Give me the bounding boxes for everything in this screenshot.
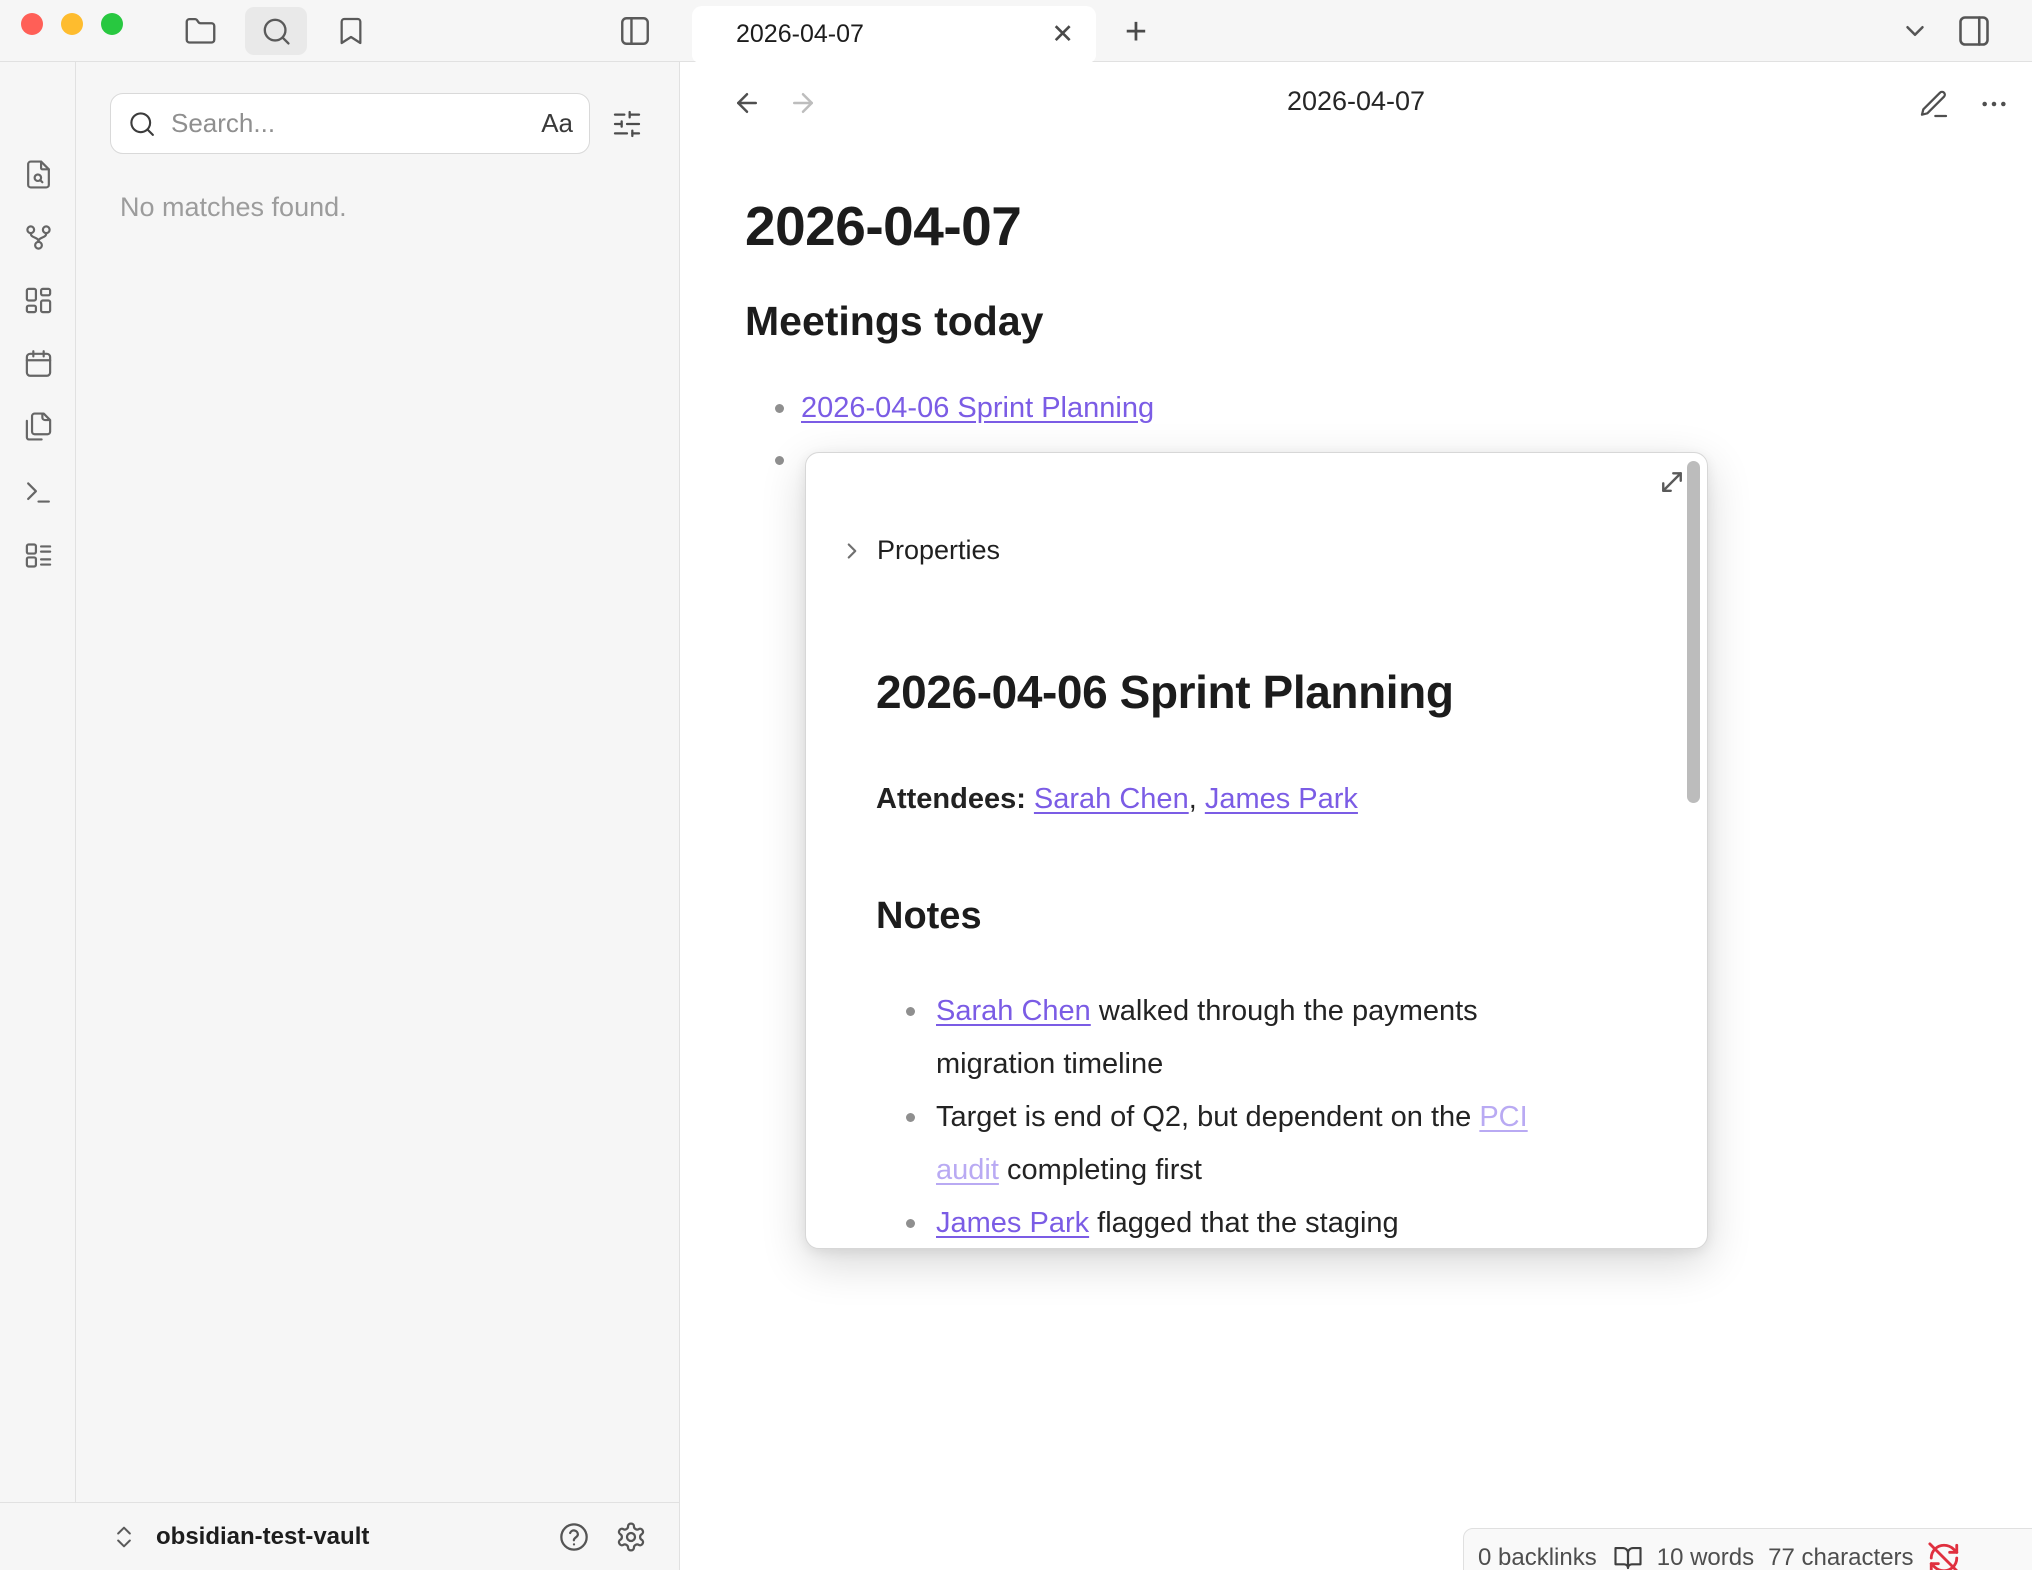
character-count: 77 characters [1768, 1544, 1913, 1570]
popup-expand-button[interactable] [1657, 467, 1687, 497]
panel-left-icon [618, 14, 652, 48]
reading-mode-button[interactable] [1613, 1543, 1643, 1570]
checklist-icon [23, 540, 54, 571]
view-header: 2026-04-07 [680, 62, 2032, 142]
chevron-right-icon [839, 538, 865, 564]
popup-notes-list: Sarah Chen walked through the payments m… [936, 985, 1576, 1249]
tab-title: 2026-04-07 [736, 20, 864, 49]
chevrons-up-down-icon [110, 1523, 138, 1551]
vault-switcher[interactable] [110, 1523, 138, 1551]
search-settings-button[interactable] [609, 106, 645, 142]
daily-note-button[interactable] [21, 346, 55, 380]
search-icon [127, 109, 157, 139]
properties-collapse-row[interactable]: Properties [839, 535, 1000, 566]
search-empty-state: No matches found. [120, 192, 347, 223]
search-in-file-button[interactable] [21, 157, 55, 191]
note-heading-1: 2026-04-07 [745, 194, 1021, 258]
book-open-icon [1613, 1543, 1643, 1570]
note-title-breadcrumb: 2026-04-07 [680, 86, 2032, 117]
settings-button[interactable] [615, 1521, 647, 1553]
search-box[interactable]: Aa [110, 93, 590, 154]
expand-right-sidebar-button[interactable] [1956, 13, 1992, 49]
search-icon [260, 15, 293, 48]
internal-link-james-park[interactable]: James Park [936, 1207, 1089, 1239]
hover-preview-popup: Properties 2026-04-06 Sprint Planning At… [805, 452, 1708, 1249]
terminal-button[interactable] [21, 475, 55, 509]
backlinks-count[interactable]: 0 backlinks [1478, 1544, 1597, 1570]
attendees-label: Attendees: [876, 783, 1026, 815]
list-item: Target is end of Q2, but dependent on th… [936, 1091, 1576, 1197]
chevron-down-icon [1900, 16, 1930, 46]
left-sidebar-search-pane: Aa No matches found. [76, 62, 680, 1502]
folder-icon [184, 15, 217, 48]
left-ribbon [0, 62, 76, 1502]
popup-note-title: 2026-04-06 Sprint Planning [876, 665, 1454, 719]
bullet-dot [775, 456, 784, 465]
bookmarks-tab-button[interactable] [320, 7, 382, 55]
vault-name[interactable]: obsidian-test-vault [156, 1523, 369, 1551]
list-item: 2026-04-06 Sprint Planning [775, 392, 1154, 425]
sync-disabled-icon[interactable] [1927, 1541, 1961, 1570]
sliders-icon [611, 108, 643, 140]
help-circle-icon [558, 1521, 590, 1553]
vault-switcher-row: obsidian-test-vault [0, 1502, 680, 1570]
word-count: 10 words [1657, 1544, 1754, 1570]
search-input[interactable] [171, 108, 531, 139]
note-heading-2: Meetings today [745, 298, 1043, 345]
canvas-icon [23, 285, 54, 316]
properties-label: Properties [877, 535, 1000, 566]
insert-template-button[interactable] [21, 409, 55, 443]
files-tab-button[interactable] [169, 7, 231, 55]
search-tab-button[interactable] [245, 7, 307, 55]
internal-link-sarah-chen[interactable]: Sarah Chen [1034, 783, 1189, 815]
more-options-button[interactable] [1978, 88, 2010, 120]
obsidian-window: 2026-04-07 ✕ + [0, 0, 2032, 1570]
list-item: Sarah Chen walked through the payments m… [936, 985, 1576, 1091]
popup-notes-heading: Notes [876, 895, 982, 938]
copy-files-icon [23, 411, 54, 442]
attendees-line: Attendees: Sarah Chen, James Park [876, 783, 1358, 816]
checklist-button[interactable] [21, 538, 55, 572]
internal-link-james-park[interactable]: James Park [1205, 783, 1358, 815]
help-button[interactable] [558, 1521, 590, 1553]
toggle-edit-mode-button[interactable] [1918, 88, 1950, 120]
tab-2026-04-07[interactable]: 2026-04-07 ✕ [692, 6, 1096, 63]
close-window-button[interactable] [21, 13, 43, 35]
canvas-button[interactable] [21, 283, 55, 317]
terminal-icon [23, 477, 54, 508]
graph-icon [23, 222, 54, 253]
tab-list-dropdown-button[interactable] [1900, 16, 1930, 46]
new-tab-button[interactable]: + [1108, 6, 1164, 58]
titlebar: 2026-04-07 ✕ + [0, 0, 2032, 62]
match-case-toggle[interactable]: Aa [541, 108, 573, 139]
zoom-window-button[interactable] [101, 13, 123, 35]
file-search-icon [23, 159, 54, 190]
list-item [775, 450, 801, 470]
list-item: James Park flagged that the staging [936, 1197, 1576, 1249]
tab-close-button[interactable]: ✕ [1051, 21, 1074, 48]
internal-link-sprint-planning[interactable]: 2026-04-06 Sprint Planning [801, 392, 1154, 425]
graph-view-button[interactable] [21, 220, 55, 254]
collapse-left-sidebar-button[interactable] [604, 7, 666, 55]
minimize-window-button[interactable] [61, 13, 83, 35]
ellipsis-icon [1978, 88, 2010, 120]
gear-icon [615, 1521, 647, 1553]
popup-scrollbar[interactable] [1687, 461, 1700, 803]
calendar-icon [23, 348, 54, 379]
pencil-icon [1918, 88, 1950, 120]
bullet-dot [775, 404, 784, 413]
bookmark-icon [335, 15, 367, 47]
status-bar: 0 backlinks 10 words 77 characters [1463, 1528, 2032, 1570]
internal-link-sarah-chen[interactable]: Sarah Chen [936, 995, 1091, 1027]
move-diagonal-icon [1657, 467, 1687, 497]
window-controls [21, 13, 123, 35]
panel-right-icon [1956, 13, 1992, 49]
